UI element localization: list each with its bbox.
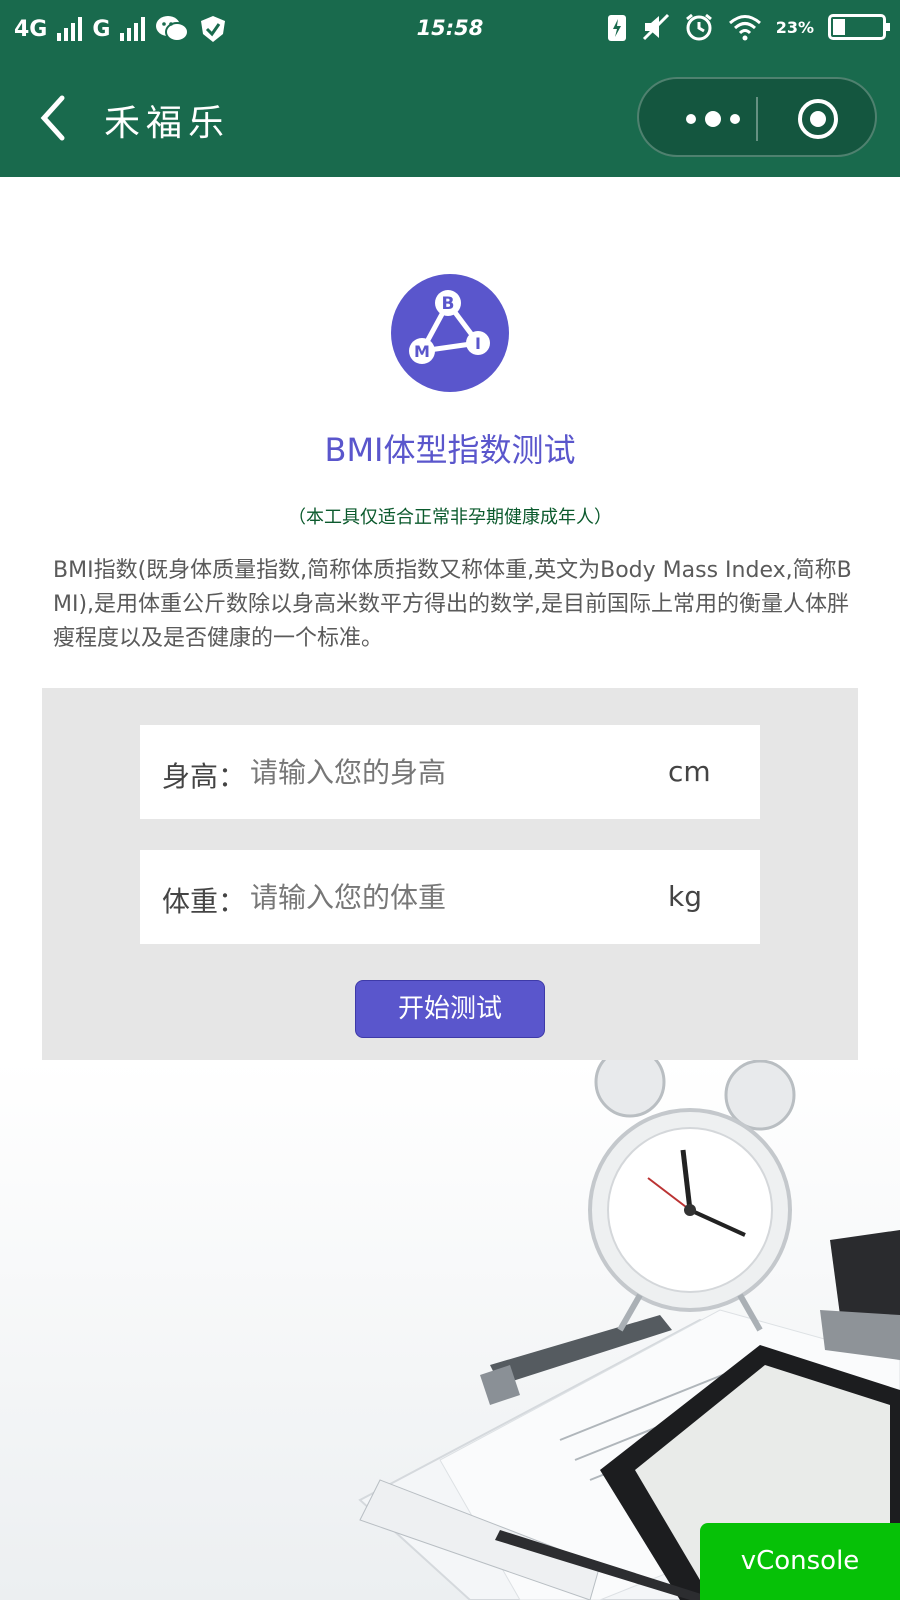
battery-icon xyxy=(828,14,890,40)
logo-letter-i: I xyxy=(475,334,481,353)
back-chevron-icon[interactable] xyxy=(34,90,78,146)
close-target-icon[interactable] xyxy=(797,98,839,140)
status-right: 23% xyxy=(606,12,890,42)
nav-title: 禾福乐 xyxy=(104,103,231,144)
logo-letter-b: B xyxy=(442,294,455,314)
background-photo xyxy=(0,1060,900,1600)
menu-capsule xyxy=(637,77,877,157)
battery-saver-icon xyxy=(607,15,626,41)
wifi-icon xyxy=(728,15,761,41)
logo-letter-m: M xyxy=(414,342,430,361)
vconsole-button[interactable]: vConsole xyxy=(700,1523,900,1600)
weight-input[interactable] xyxy=(250,872,640,922)
page-title: BMI体型指数测试 xyxy=(324,431,576,469)
status-bar: 4G G 15:58 23% xyxy=(0,0,900,60)
battery-percent: 23% xyxy=(775,17,814,37)
capsule-divider xyxy=(756,97,758,141)
page-subtitle: （本工具仅适合正常非孕期健康成年人） xyxy=(288,507,612,528)
bmi-description: BMI指数(既身体质量指数,简称体质指数又称体重,英文为Body Mass In… xyxy=(53,558,852,651)
alarm-icon xyxy=(685,13,712,41)
height-input[interactable] xyxy=(250,747,640,797)
height-unit: cm xyxy=(668,755,711,788)
weight-unit: kg xyxy=(668,880,702,913)
weight-field: 体重： kg xyxy=(140,850,760,944)
bmi-logo-icon: B M I xyxy=(391,274,509,392)
height-field: 身高： cm xyxy=(140,725,760,819)
start-test-button[interactable]: 开始测试 xyxy=(355,980,545,1038)
bmi-form: 身高： cm 体重： kg 开始测试 xyxy=(42,688,858,1060)
weight-label: 体重： xyxy=(162,885,247,918)
more-dots-icon[interactable] xyxy=(675,107,751,131)
height-label: 身高： xyxy=(162,760,247,793)
mute-icon xyxy=(642,13,669,41)
nav-bar: 禾福乐 xyxy=(0,60,900,177)
